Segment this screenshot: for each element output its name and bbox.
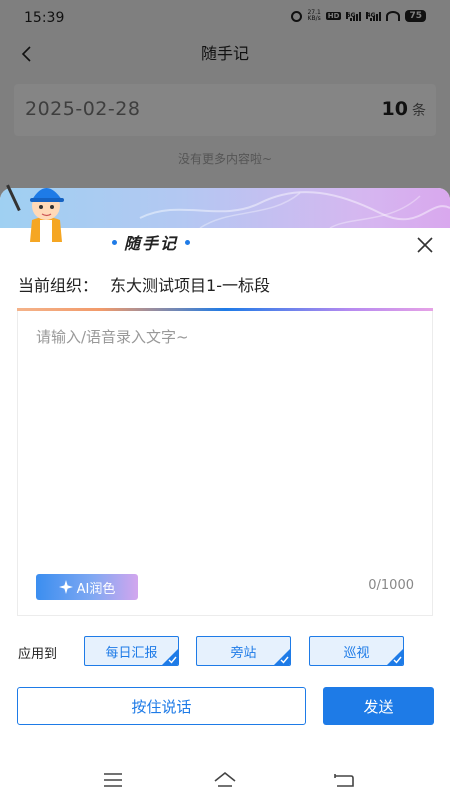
apply-option-daily-report[interactable]: 每日汇报 <box>84 636 179 666</box>
record-card[interactable]: 2025-02-28 10 条 <box>14 84 436 136</box>
dot-icon <box>185 239 190 245</box>
signal-4g-icon: 4G <box>366 11 382 21</box>
apply-to-label: 应用到 <box>18 647 58 662</box>
record-count-unit: 条 <box>412 103 426 119</box>
signal-4g-label: 4G <box>366 11 376 19</box>
check-corner-icon <box>387 649 403 665</box>
apply-option-label: 每日汇报 <box>105 645 158 661</box>
app-bar: 随手记 <box>0 36 450 72</box>
home-icon[interactable] <box>213 768 237 792</box>
apply-option-inspection[interactable]: 巡视 <box>309 636 404 666</box>
signal-5g-icon: 5G <box>346 11 362 21</box>
apply-option-label: 旁站 <box>230 645 257 661</box>
worker-mascot-icon <box>6 184 64 242</box>
apply-option-side-station[interactable]: 旁站 <box>196 636 291 666</box>
ai-polish-label: AI润色 <box>76 581 116 597</box>
page-title: 随手记 <box>200 44 249 63</box>
list-end-text: 没有更多内容啦~ <box>177 152 273 166</box>
check-corner-icon <box>162 649 178 665</box>
record-count: 10 条 <box>382 98 426 120</box>
check-corner-icon <box>274 649 290 665</box>
current-org: 当前组织： 东大测试项目1-一标段 <box>18 272 270 296</box>
ai-polish-button[interactable]: AI润色 <box>36 574 138 600</box>
char-counter: 0/1000 <box>368 578 414 593</box>
record-count-value: 10 <box>381 98 408 120</box>
sheet-title-tab: 随手记 <box>86 228 216 256</box>
dot-icon <box>111 239 117 245</box>
network-speed: 27.1 KB/s <box>307 10 320 22</box>
signal-5g-label: 5G <box>346 11 356 19</box>
hd-icon: HD <box>325 12 342 20</box>
back-icon[interactable] <box>332 768 356 792</box>
status-icons: 27.1 KB/s HD 5G 4G 75 <box>291 10 426 22</box>
close-icon[interactable] <box>416 236 434 254</box>
note-input-placeholder[interactable]: 请输入/语音录入文字~ <box>36 326 189 347</box>
network-speed-unit: KB/s <box>307 15 321 22</box>
alarm-icon <box>291 10 303 22</box>
send-button[interactable]: 发送 <box>323 687 434 725</box>
sparkle-icon <box>58 580 73 594</box>
wifi-icon <box>386 11 401 21</box>
battery-icon: 75 <box>405 10 426 22</box>
gradient-divider <box>17 308 433 311</box>
record-date: 2025-02-28 <box>25 98 141 120</box>
note-input-area[interactable]: 请输入/语音录入文字~ AI润色 0/1000 <box>17 308 433 616</box>
org-value: 东大测试项目1-一标段 <box>110 276 270 295</box>
hold-to-talk-button[interactable]: 按住说话 <box>17 687 306 725</box>
sheet-title: 随手记 <box>123 234 178 253</box>
system-nav-bar <box>0 760 450 800</box>
status-bar: 15:39 27.1 KB/s HD 5G 4G 75 <box>0 0 450 36</box>
org-label: 当前组织： <box>18 276 99 295</box>
menu-icon[interactable] <box>101 768 125 792</box>
apply-option-label: 巡视 <box>343 645 370 661</box>
status-time: 15:39 <box>24 10 65 26</box>
